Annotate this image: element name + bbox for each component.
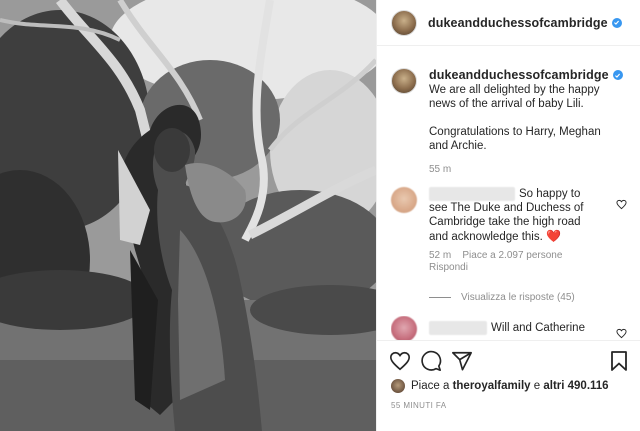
- likes-summary[interactable]: Piace a theroyalfamily e altri 490.116: [391, 379, 609, 393]
- likes-mid: e: [533, 380, 541, 392]
- caption-line: news of the arrival of baby Lili.: [429, 98, 584, 110]
- post-side-panel: dukeandduchessofcambridge dukeandduchess…: [376, 0, 640, 431]
- comment-like-heart-icon[interactable]: [616, 199, 627, 210]
- liker-avatar: [391, 379, 405, 393]
- heart-emoji: ❤️: [546, 229, 561, 244]
- liker-username[interactable]: theroyalfamily: [453, 380, 531, 392]
- comment-like-heart-icon[interactable]: [616, 328, 627, 339]
- verified-badge-icon: [611, 17, 622, 28]
- post-actions: Piace a theroyalfamily e altri 490.116 5…: [377, 340, 640, 431]
- commenter-username-blurred[interactable]: [429, 321, 487, 335]
- likes-prefix: Piace a: [411, 380, 450, 392]
- commenter-avatar[interactable]: [391, 316, 417, 340]
- header-username[interactable]: dukeandduchessofcambridge: [428, 16, 608, 30]
- comment-time: 52 m: [429, 250, 452, 262]
- reply-button[interactable]: Rispondi: [429, 262, 468, 273]
- comment-likes[interactable]: Piace a 2.097 persone: [462, 250, 562, 261]
- comment-item: Will and Catherine: [391, 316, 637, 340]
- caption-avatar[interactable]: [391, 68, 417, 94]
- caption-line: We are all delighted by the happy: [429, 84, 600, 96]
- heart-icon[interactable]: [389, 350, 411, 372]
- commenter-username-blurred[interactable]: [429, 187, 515, 201]
- caption-line: Congratulations to Harry, Meghan: [429, 126, 601, 138]
- comment-text: Will and Catherine: [491, 322, 585, 335]
- bookmark-icon[interactable]: [609, 350, 629, 372]
- post-photo[interactable]: [0, 0, 376, 431]
- comment-icon[interactable]: [420, 350, 442, 372]
- comment-text: and acknowledge this.: [429, 231, 543, 244]
- caption-line: and Archie.: [429, 140, 487, 152]
- comment-text: So happy to: [519, 188, 581, 201]
- post-header: dukeandduchessofcambridge: [377, 0, 640, 46]
- caption-time: 55 m: [429, 164, 452, 175]
- verified-badge-icon: [612, 70, 623, 80]
- share-icon[interactable]: [451, 350, 473, 372]
- caption-username-text[interactable]: dukeandduchessofcambridge: [429, 68, 609, 82]
- view-replies[interactable]: Visualizza le risposte (45): [429, 292, 575, 303]
- comment-text: see The Duke and Duchess of: [429, 202, 584, 215]
- comment-text: Cambridge take the high road: [429, 216, 581, 229]
- commenter-avatar[interactable]: [391, 187, 417, 213]
- post-timestamp[interactable]: 55 MINUTI FA: [391, 401, 446, 410]
- caption-username[interactable]: dukeandduchessofcambridge: [429, 68, 623, 82]
- replies-divider: [429, 297, 451, 298]
- profile-avatar[interactable]: [391, 9, 417, 36]
- photo-illustration: [0, 0, 376, 431]
- view-replies-label[interactable]: Visualizza le risposte (45): [461, 292, 575, 303]
- comment-item: So happy to see The Duke and Duchess of …: [391, 187, 637, 274]
- likes-count[interactable]: altri 490.116: [543, 380, 608, 392]
- caption-text: We are all delighted by the happy news o…: [429, 83, 623, 153]
- post-caption: dukeandduchessofcambridge We are all del…: [391, 68, 635, 177]
